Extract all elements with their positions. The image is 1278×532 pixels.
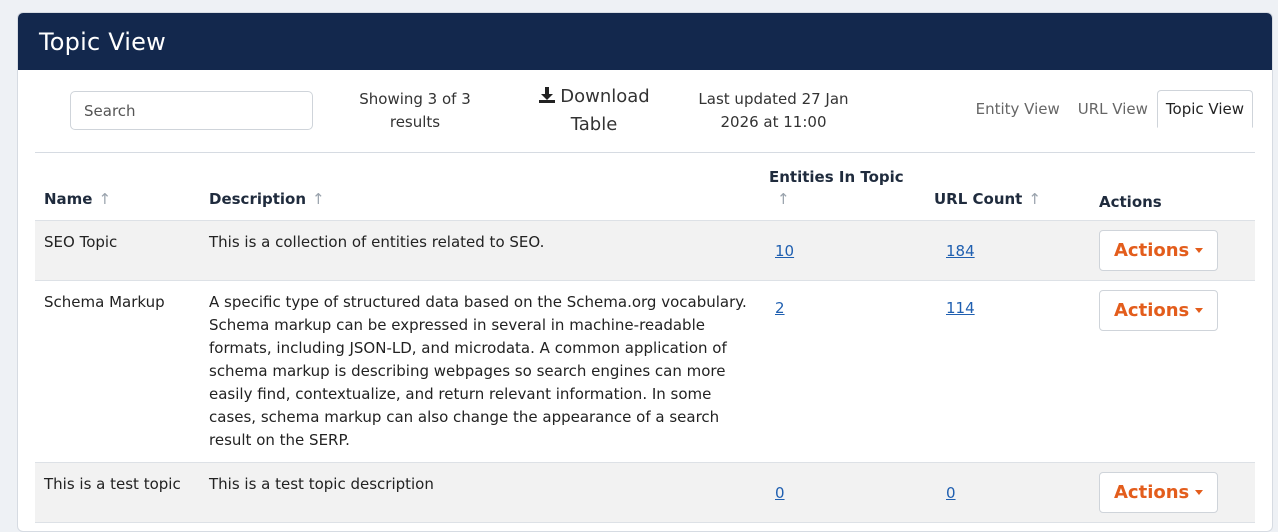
topic-name: Schema Markup [35,280,200,463]
column-header-actions: Actions [1090,152,1255,221]
column-description-label: Description [209,190,307,208]
download-icon [538,86,556,112]
last-updated-line1: Last updated 27 Jan [698,90,849,108]
actions-label: Actions [1114,482,1190,503]
entities-count-link[interactable]: 0 [769,482,785,505]
topic-description: A specific type of structured data based… [200,280,760,463]
results-count: Showing 3 of 3 results [355,88,475,134]
topic-name: This is a test topic [35,462,200,523]
topic-name: SEO Topic [35,220,200,281]
search-input[interactable] [70,91,313,130]
download-label-line2: Table [570,114,618,135]
results-count-line1: Showing 3 of 3 [359,90,471,108]
url-count-link[interactable]: 114 [934,297,975,320]
topic-description: This is a test topic description [200,462,760,523]
column-header-name[interactable]: Name ↑ [35,152,200,221]
caret-down-icon [1195,308,1204,313]
caret-down-icon [1195,490,1204,495]
url-count-link[interactable]: 184 [934,240,975,263]
caret-down-icon [1195,248,1204,253]
toolbar: Showing 3 of 3 results Download Table La… [18,70,1272,152]
column-url-count-label: URL Count [934,190,1023,208]
actions-label: Actions [1114,300,1190,321]
table-row: Schema Markup A specific type of structu… [35,280,1255,463]
table-row: SEO Topic This is a collection of entiti… [35,220,1255,281]
sort-up-arrow-icon: ↑ [98,190,112,208]
tab-url-view[interactable]: URL View [1069,90,1157,128]
view-tabs: Entity View URL View Topic View [967,90,1253,128]
entities-count-link[interactable]: 10 [769,240,794,263]
actions-dropdown-button[interactable]: Actions [1099,230,1219,271]
last-updated-line2: 2026 at 11:00 [720,113,827,131]
tab-entity-view[interactable]: Entity View [967,90,1069,128]
card-header: Topic View [18,13,1272,70]
sort-up-arrow-icon: ↑ [312,190,325,208]
column-actions-label: Actions [1099,193,1162,211]
entities-count-link[interactable]: 2 [769,297,785,320]
topic-description: This is a collection of entities related… [200,220,760,281]
url-count-link[interactable]: 0 [934,482,956,505]
download-label-line1: Download [560,86,650,107]
sort-up-arrow-icon: ↑ [777,190,790,208]
actions-label: Actions [1114,240,1190,261]
results-count-line2: results [389,113,441,131]
download-table-button[interactable]: Download Table [530,84,658,138]
column-name-label: Name [44,190,93,208]
column-header-description[interactable]: Description ↑ [200,152,760,221]
last-updated: Last updated 27 Jan 2026 at 11:00 [696,88,851,134]
actions-dropdown-button[interactable]: Actions [1099,290,1219,331]
actions-dropdown-button[interactable]: Actions [1099,472,1219,513]
column-header-url-count[interactable]: URL Count ↑ [925,152,1090,221]
page-title: Topic View [39,27,166,56]
topics-table: Name ↑ Description ↑ Entities In Topic ↑ UR… [35,152,1255,523]
table-row: This is a test topic This is a test topi… [35,462,1255,523]
topic-view-card: Topic View Showing 3 of 3 results Downlo… [17,12,1273,532]
column-header-entities[interactable]: Entities In Topic ↑ [760,152,925,221]
table-header-row: Name ↑ Description ↑ Entities In Topic ↑ UR… [35,152,1255,221]
tab-topic-view[interactable]: Topic View [1156,90,1253,128]
column-entities-label: Entities In Topic [769,168,904,186]
sort-up-arrow-icon: ↑ [1028,190,1041,208]
